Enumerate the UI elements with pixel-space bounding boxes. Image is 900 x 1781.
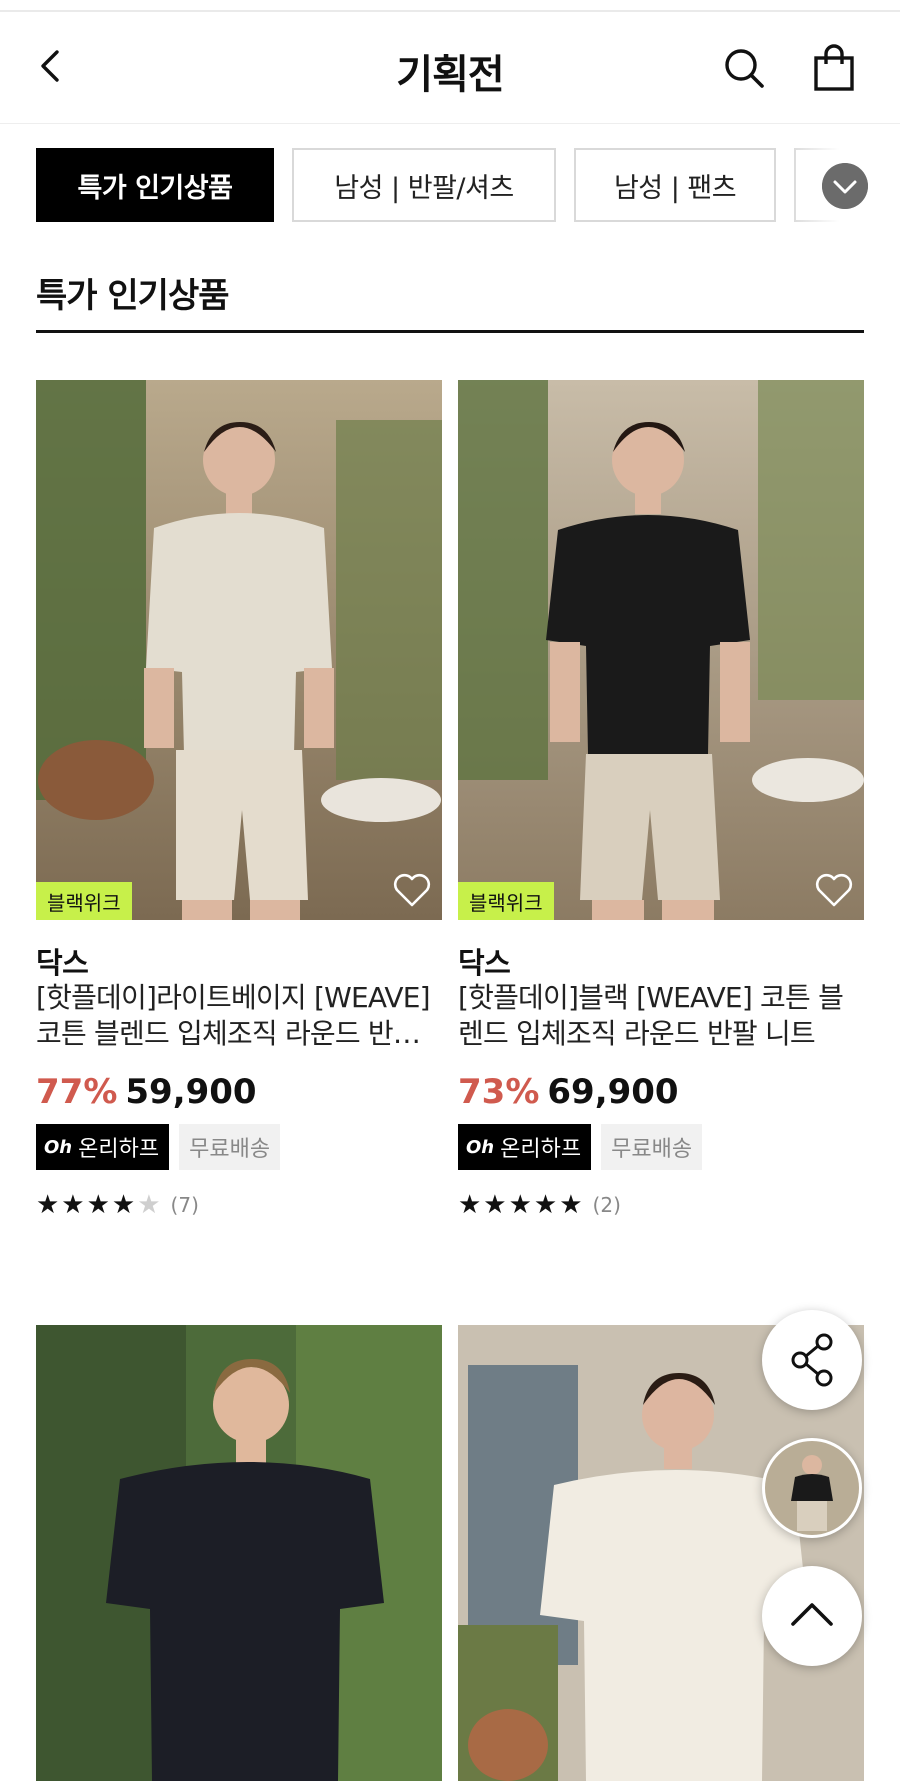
product-name[interactable]: [핫플데이]라이트베이지 [WEAVE] 코튼 블렌드 입체조직 라운드 반팔 …: [36, 980, 442, 1052]
tab-men-pants[interactable]: 남성 | 팬츠: [574, 148, 776, 222]
search-icon[interactable]: [722, 46, 766, 90]
rating: ★★★★★ (7): [36, 1190, 199, 1220]
share-icon: [791, 1333, 833, 1387]
review-count: (2): [592, 1193, 621, 1217]
chevron-up-icon: [791, 1603, 833, 1626]
star-rating: ★★★★★: [458, 1190, 585, 1220]
shipping-tag: 무료배송: [601, 1124, 703, 1170]
deal-tag-label: 온리하프: [78, 1137, 160, 1162]
section-title: 특가 인기상품: [36, 276, 230, 316]
product-card[interactable]: 블랙위크 닥스 [핫플데이]블랙 [WEAVE] 코튼 블렌드 입체조직 라운드…: [458, 380, 864, 1260]
product-image[interactable]: [36, 1325, 442, 1781]
category-tabs: 특가 인기상품 남성 | 반팔/셔츠 남성 | 팬츠: [0, 148, 900, 222]
sale-price: 59,900: [125, 1072, 257, 1112]
discount-rate: 77%: [36, 1072, 118, 1112]
heart-icon[interactable]: [392, 872, 432, 908]
product-tags: Oh 온리하프 무료배송: [458, 1124, 703, 1170]
rating: ★★★★★ (2): [458, 1190, 621, 1220]
product-card[interactable]: [36, 1325, 442, 1781]
deal-tag: Oh 온리하프: [36, 1124, 170, 1170]
product-card[interactable]: 블랙위크 닥스 [핫플데이]라이트베이지 [WEAVE] 코튼 블렌드 입체조직…: [36, 380, 442, 1260]
tab-special-popular[interactable]: 특가 인기상품: [36, 148, 274, 222]
deal-logo: Oh: [466, 1136, 495, 1158]
app-header: 기획전: [0, 12, 900, 124]
scroll-top-button[interactable]: [762, 1566, 862, 1666]
chevron-down-icon[interactable]: [822, 163, 868, 209]
promo-badge: 블랙위크: [36, 882, 132, 920]
price-row: 77% 59,900: [36, 1072, 257, 1112]
sale-price: 69,900: [547, 1072, 679, 1112]
promo-badge: 블랙위크: [458, 882, 554, 920]
tab-men-shortsleeve-shirts[interactable]: 남성 | 반팔/셔츠: [292, 148, 556, 222]
product-brand: 닥스: [36, 946, 89, 980]
shopping-bag-icon[interactable]: [812, 44, 856, 92]
product-tags: Oh 온리하프 무료배송: [36, 1124, 281, 1170]
section-divider: [36, 330, 864, 333]
review-count: (7): [170, 1193, 199, 1217]
product-name[interactable]: [핫플데이]블랙 [WEAVE] 코튼 블렌드 입체조직 라운드 반팔 니트: [458, 980, 864, 1052]
share-button[interactable]: [762, 1310, 862, 1410]
product-brand: 닥스: [458, 946, 511, 980]
shipping-tag: 무료배송: [179, 1124, 281, 1170]
product-image[interactable]: 블랙위크: [458, 380, 864, 920]
deal-logo: Oh: [44, 1136, 73, 1158]
heart-icon[interactable]: [814, 872, 854, 908]
deal-tag-label: 온리하프: [500, 1137, 582, 1162]
price-row: 73% 69,900: [458, 1072, 679, 1112]
discount-rate: 73%: [458, 1072, 540, 1112]
deal-tag: Oh 온리하프: [458, 1124, 592, 1170]
product-image[interactable]: 블랙위크: [36, 380, 442, 920]
star-rating: ★★★★★: [36, 1190, 163, 1220]
recent-item-thumbnail[interactable]: [762, 1438, 862, 1538]
